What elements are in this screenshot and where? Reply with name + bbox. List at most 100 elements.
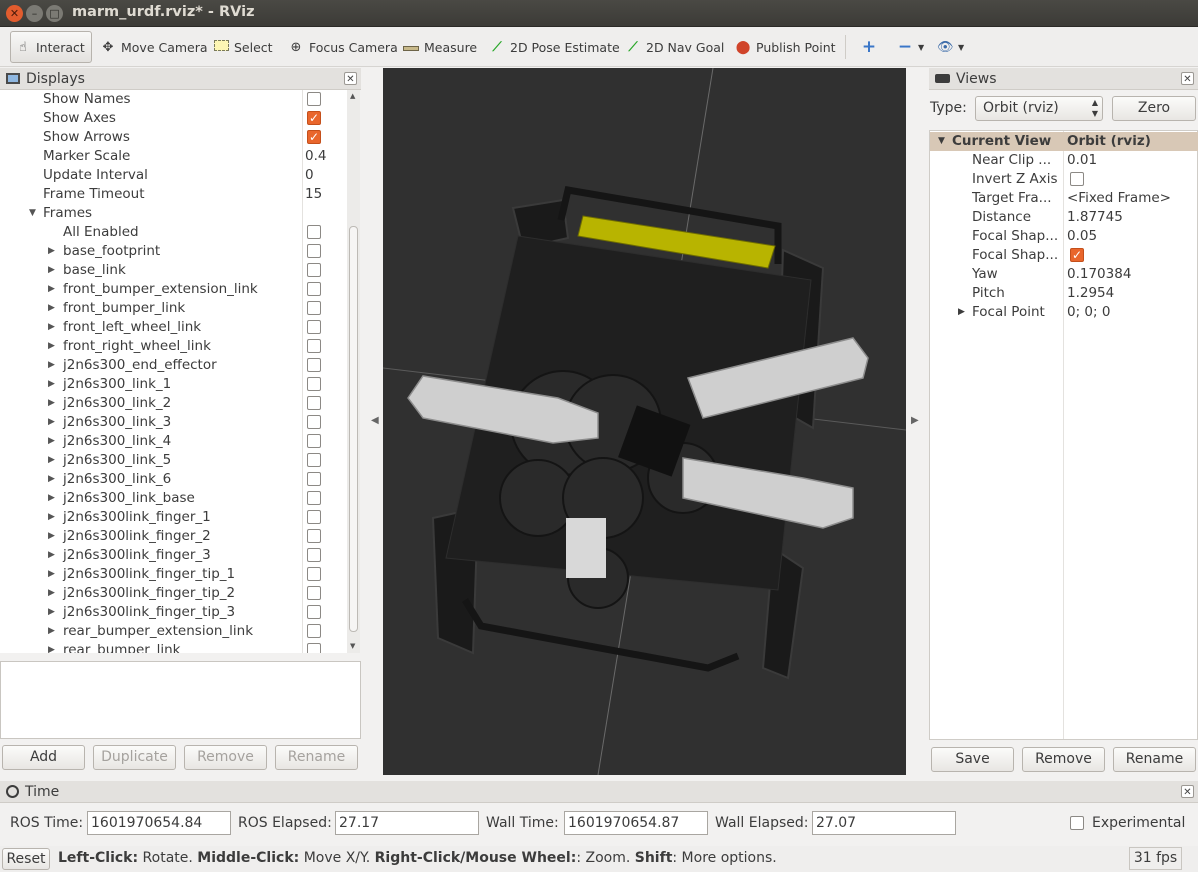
expand-arrow-icon[interactable]: ▶ — [48, 622, 55, 641]
window-minimize-button[interactable]: – — [26, 5, 43, 22]
display-property-checkbox[interactable] — [307, 339, 321, 353]
expand-arrow-icon[interactable]: ▶ — [48, 546, 55, 565]
view-property-row[interactable]: Focal Shap... 0.05 — [930, 227, 1198, 246]
3d-viewport[interactable] — [383, 68, 906, 775]
display-property-checkbox[interactable] — [307, 320, 321, 334]
view-property-value[interactable]: 0; 0; 0 — [1067, 303, 1110, 322]
display-property-row[interactable]: ▶ j2n6s300link_finger_tip_3 — [0, 603, 347, 622]
display-property-checkbox[interactable] — [307, 605, 321, 619]
window-close-button[interactable]: ✕ — [6, 5, 23, 22]
display-property-row[interactable]: ▶ j2n6s300link_finger_3 — [0, 546, 347, 565]
display-property-checkbox[interactable] — [307, 358, 321, 372]
view-property-row[interactable]: Near Clip ... 0.01 — [930, 151, 1198, 170]
displays-scrollbar[interactable]: ▲ ▼ — [347, 90, 360, 653]
display-property-row[interactable]: ▶ j2n6s300_end_effector — [0, 356, 347, 375]
window-maximize-button[interactable]: □ — [46, 5, 63, 22]
duplicate-display-button[interactable]: Duplicate — [93, 745, 176, 770]
display-property-checkbox[interactable] — [307, 624, 321, 638]
view-property-value[interactable]: 0.01 — [1067, 151, 1097, 170]
move-camera-tool-button[interactable]: ✥ Move Camera — [96, 31, 212, 63]
display-property-checkbox[interactable] — [307, 377, 321, 391]
scrollbar-thumb[interactable] — [349, 226, 358, 632]
expand-arrow-icon[interactable]: ▶ — [48, 356, 55, 375]
expand-arrow-icon[interactable]: ▶ — [48, 508, 55, 527]
expand-arrow-icon[interactable]: ▶ — [48, 375, 55, 394]
expand-arrow-icon[interactable]: ▼ — [938, 132, 945, 151]
expand-arrow-icon[interactable]: ▶ — [48, 280, 55, 299]
display-property-value[interactable]: 0 — [305, 166, 314, 185]
display-property-checkbox[interactable] — [307, 282, 321, 296]
view-property-checkbox[interactable] — [1070, 172, 1084, 186]
remove-tool-button[interactable]: − ▼ — [893, 31, 928, 63]
expand-arrow-icon[interactable]: ▶ — [48, 641, 55, 653]
save-view-button[interactable]: Save — [931, 747, 1014, 772]
scroll-up-icon[interactable]: ▲ — [350, 92, 355, 100]
display-property-row[interactable]: ▶ j2n6s300link_finger_2 — [0, 527, 347, 546]
display-property-checkbox[interactable] — [307, 244, 321, 258]
display-property-row[interactable]: ▶ j2n6s300_link_3 — [0, 413, 347, 432]
display-property-checkbox[interactable] — [307, 567, 321, 581]
view-property-value[interactable]: 0.05 — [1067, 227, 1097, 246]
display-property-checkbox[interactable] — [307, 92, 321, 106]
add-display-button[interactable]: Add — [2, 745, 85, 770]
display-property-row[interactable]: ▶ j2n6s300_link_4 — [0, 432, 347, 451]
view-property-value[interactable]: 1.87745 — [1067, 208, 1123, 227]
display-property-row[interactable]: Show Axes — [0, 109, 347, 128]
display-property-row[interactable]: ▶ front_right_wheel_link — [0, 337, 347, 356]
display-property-checkbox[interactable] — [307, 301, 321, 315]
view-property-row[interactable]: ▶ Focal Point 0; 0; 0 — [930, 303, 1198, 322]
expand-arrow-icon[interactable]: ▶ — [48, 451, 55, 470]
expand-arrow-icon[interactable]: ▶ — [48, 261, 55, 280]
view-property-row[interactable]: Target Fra... <Fixed Frame> — [930, 189, 1198, 208]
expand-arrow-icon[interactable]: ▼ — [29, 204, 36, 223]
view-property-row[interactable]: Focal Shap... — [930, 246, 1198, 265]
experimental-checkbox[interactable] — [1070, 816, 1084, 830]
display-property-row[interactable]: ▶ j2n6s300link_finger_tip_1 — [0, 565, 347, 584]
display-property-row[interactable]: ▶ j2n6s300link_finger_tip_2 — [0, 584, 347, 603]
display-property-checkbox[interactable] — [307, 491, 321, 505]
ros-time-field[interactable]: 1601970654.84 — [87, 811, 231, 835]
display-property-row[interactable]: ▶ rear_bumper_extension_link — [0, 622, 347, 641]
expand-arrow-icon[interactable]: ▶ — [48, 394, 55, 413]
view-property-row[interactable]: Yaw 0.170384 — [930, 265, 1198, 284]
ros-elapsed-field[interactable]: 27.17 — [335, 811, 479, 835]
display-property-row[interactable]: ▶ front_bumper_extension_link — [0, 280, 347, 299]
expand-arrow-icon[interactable]: ▶ — [48, 470, 55, 489]
nav-goal-tool-button[interactable]: ⟋ 2D Nav Goal — [621, 31, 728, 63]
display-property-value[interactable]: 15 — [305, 185, 322, 204]
zero-view-button[interactable]: Zero — [1112, 96, 1196, 121]
remove-display-button[interactable]: Remove — [184, 745, 267, 770]
display-property-row[interactable]: ▶ j2n6s300_link_base — [0, 489, 347, 508]
view-property-value[interactable]: 1.2954 — [1067, 284, 1114, 303]
display-property-checkbox[interactable] — [307, 453, 321, 467]
collapse-left-icon[interactable]: ◀ — [371, 415, 379, 426]
expand-arrow-icon[interactable]: ▶ — [48, 432, 55, 451]
display-property-row[interactable]: All Enabled — [0, 223, 347, 242]
select-tool-button[interactable]: Select — [209, 31, 277, 63]
display-property-checkbox[interactable] — [307, 128, 321, 147]
close-icon[interactable]: ✕ — [344, 72, 357, 85]
display-property-checkbox[interactable] — [307, 643, 321, 653]
display-property-checkbox[interactable] — [307, 396, 321, 410]
display-property-checkbox[interactable] — [307, 586, 321, 600]
expand-arrow-icon[interactable]: ▶ — [958, 303, 965, 322]
view-property-value[interactable]: 0.170384 — [1067, 265, 1131, 284]
expand-arrow-icon[interactable]: ▶ — [48, 603, 55, 622]
display-property-checkbox[interactable] — [307, 415, 321, 429]
wall-elapsed-field[interactable]: 27.07 — [812, 811, 956, 835]
display-property-row[interactable]: ▶ base_link — [0, 261, 347, 280]
measure-tool-button[interactable]: Measure — [399, 31, 481, 63]
view-property-row[interactable]: Invert Z Axis — [930, 170, 1198, 189]
display-property-row[interactable]: ▶ j2n6s300_link_6 — [0, 470, 347, 489]
add-tool-button[interactable]: + — [857, 31, 881, 63]
publish-point-tool-button[interactable]: ⬤ Publish Point — [731, 31, 840, 63]
expand-arrow-icon[interactable]: ▶ — [48, 242, 55, 261]
interact-tool-button[interactable]: ☝ Interact — [10, 31, 92, 63]
reset-button[interactable]: Reset — [2, 848, 50, 870]
expand-arrow-icon[interactable]: ▶ — [48, 337, 55, 356]
view-property-checkbox[interactable] — [1070, 246, 1084, 265]
expand-arrow-icon[interactable]: ▶ — [48, 413, 55, 432]
display-property-row[interactable]: Frame Timeout 15 — [0, 185, 347, 204]
display-property-row[interactable]: ▶ rear_bumper_link — [0, 641, 347, 653]
display-property-checkbox[interactable] — [307, 548, 321, 562]
